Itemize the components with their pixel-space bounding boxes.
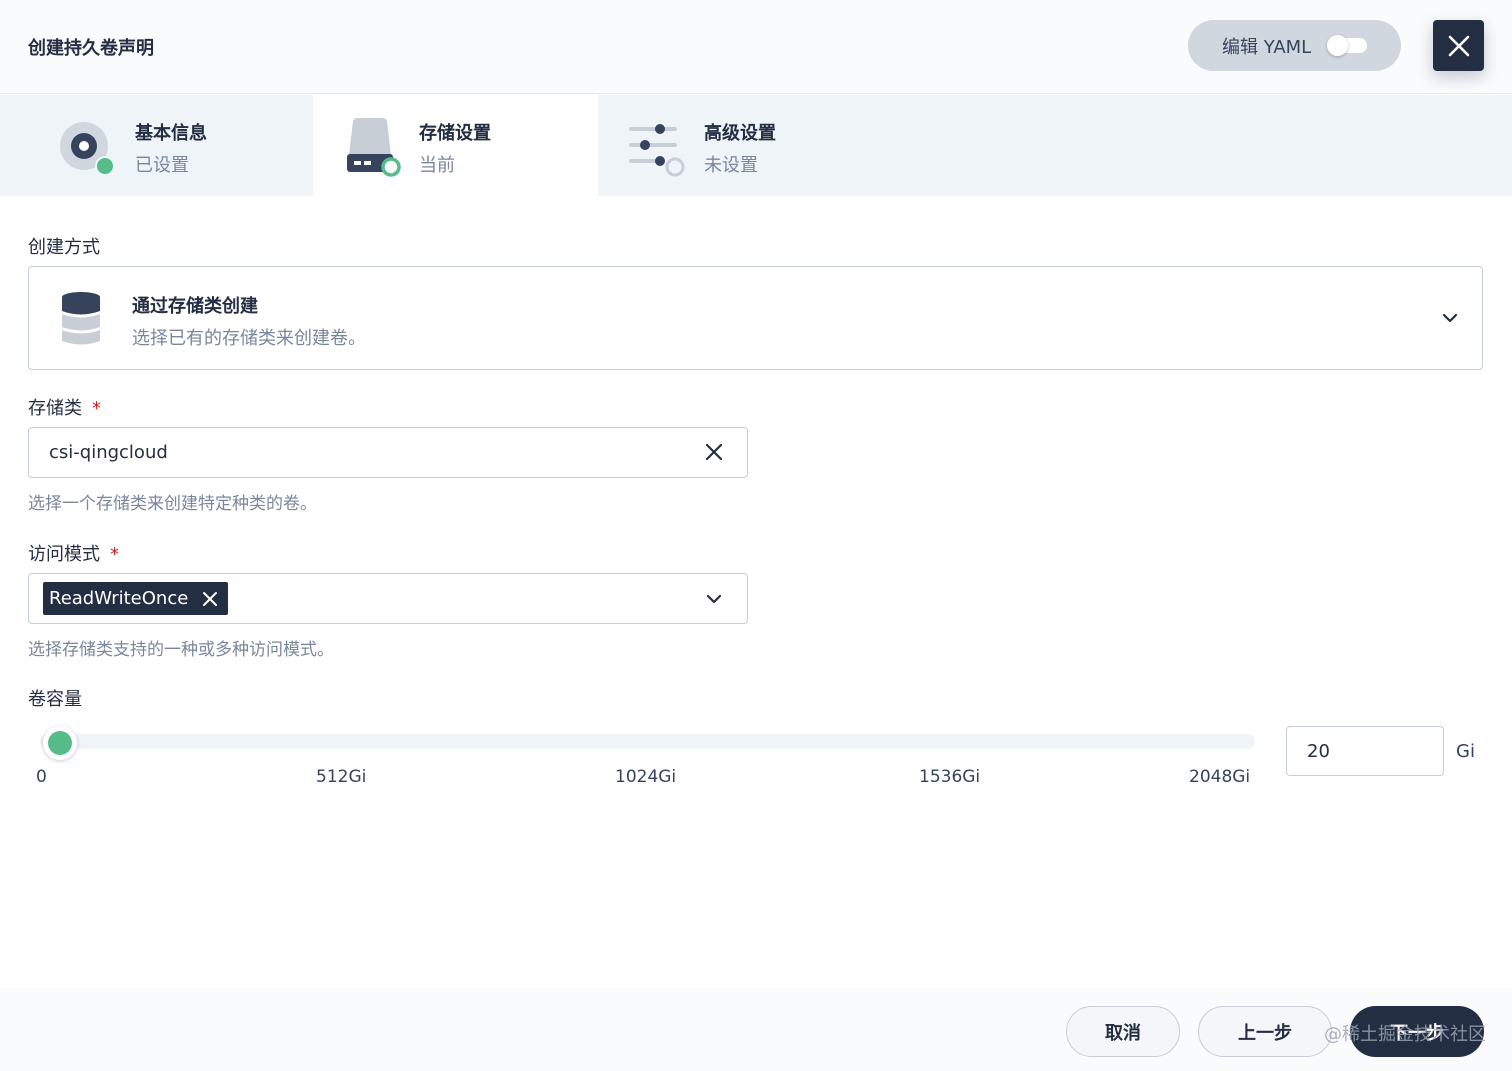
edit-yaml-label: 编辑 YAML [1222, 36, 1312, 58]
storage-class-value: csi-qingcloud [49, 442, 168, 463]
modal-footer: 取消 上一步 下一步 [0, 988, 1512, 1071]
access-mode-label: 访问模式 * [28, 540, 119, 566]
watermark: @稀土掘金技术社区 [1324, 1024, 1486, 1045]
capacity-slider-track[interactable] [40, 734, 1255, 749]
page-title: 创建持久卷声明 [28, 38, 154, 59]
storage-class-hint: 选择一个存储类来创建特定种类的卷。 [28, 494, 317, 514]
chevron-down-icon [1442, 313, 1458, 323]
access-mode-hint: 选择存储类支持的一种或多种访问模式。 [28, 640, 334, 660]
create-method-label: 创建方式 [28, 237, 100, 258]
storage-class-label-text: 存储类 [28, 398, 82, 419]
capacity-unit: Gi [1456, 741, 1475, 762]
create-method-title: 通过存储类创建 [132, 296, 258, 317]
capacity-value: 20 [1307, 741, 1330, 762]
required-mark: * [92, 398, 101, 419]
storage-class-label: 存储类 * [28, 394, 101, 420]
step-basic-info[interactable]: 基本信息 已设置 [0, 95, 313, 196]
step-advanced-settings-title: 高级设置 [704, 123, 776, 144]
step-basic-info-title: 基本信息 [135, 123, 207, 144]
tag-remove-button[interactable] [202, 591, 218, 607]
modal-header: 创建持久卷声明 编辑 YAML [0, 0, 1512, 94]
slider-tick-label: 1024Gi [615, 767, 677, 787]
access-mode-select[interactable]: ReadWriteOnce [28, 573, 748, 624]
cancel-button[interactable]: 取消 [1066, 1006, 1180, 1057]
disk-settings-icon [60, 122, 115, 176]
access-mode-tag: ReadWriteOnce [43, 582, 229, 615]
toggle-knob [1327, 35, 1348, 56]
step-storage-settings[interactable]: 存储设置 当前 [313, 95, 598, 196]
close-icon [203, 591, 218, 606]
database-icon [62, 292, 100, 345]
toggle-switch[interactable] [1327, 35, 1367, 56]
edit-yaml-toggle-button[interactable]: 编辑 YAML [1188, 20, 1401, 71]
access-mode-label-text: 访问模式 [28, 544, 100, 565]
access-mode-tag-label: ReadWriteOnce [49, 588, 189, 609]
chevron-down-icon [706, 594, 722, 604]
previous-step-button[interactable]: 上一步 [1198, 1006, 1332, 1057]
step-advanced-settings-status: 未设置 [704, 155, 758, 176]
step-advanced-settings[interactable]: 高级设置 未设置 [598, 95, 898, 196]
capacity-label: 卷容量 [28, 689, 82, 710]
required-mark: * [110, 544, 119, 565]
step-storage-settings-status: 当前 [419, 155, 455, 176]
close-icon [1448, 35, 1469, 56]
slider-tick-label: 0 [36, 767, 47, 787]
slider-tick-label: 2048Gi [1189, 767, 1251, 787]
clear-icon[interactable] [705, 443, 723, 461]
create-method-select[interactable]: 通过存储类创建 选择已有的存储类来创建卷。 [28, 266, 1483, 370]
wizard-steps: 基本信息 已设置 存储设置 当前 高级设置 未设置 [0, 95, 1512, 196]
create-method-description: 选择已有的存储类来创建卷。 [132, 328, 366, 349]
sliders-icon [629, 124, 685, 177]
capacity-input[interactable]: 20 [1286, 726, 1444, 776]
storage-class-field[interactable]: csi-qingcloud [28, 427, 748, 478]
step-storage-settings-title: 存储设置 [419, 123, 491, 144]
capacity-slider-handle[interactable] [42, 726, 77, 760]
slider-tick-label: 1536Gi [919, 767, 981, 787]
slider-tick-label: 512Gi [316, 767, 367, 787]
close-button[interactable] [1433, 20, 1484, 71]
step-basic-info-status: 已设置 [135, 155, 189, 176]
hard-drive-icon [347, 118, 401, 177]
